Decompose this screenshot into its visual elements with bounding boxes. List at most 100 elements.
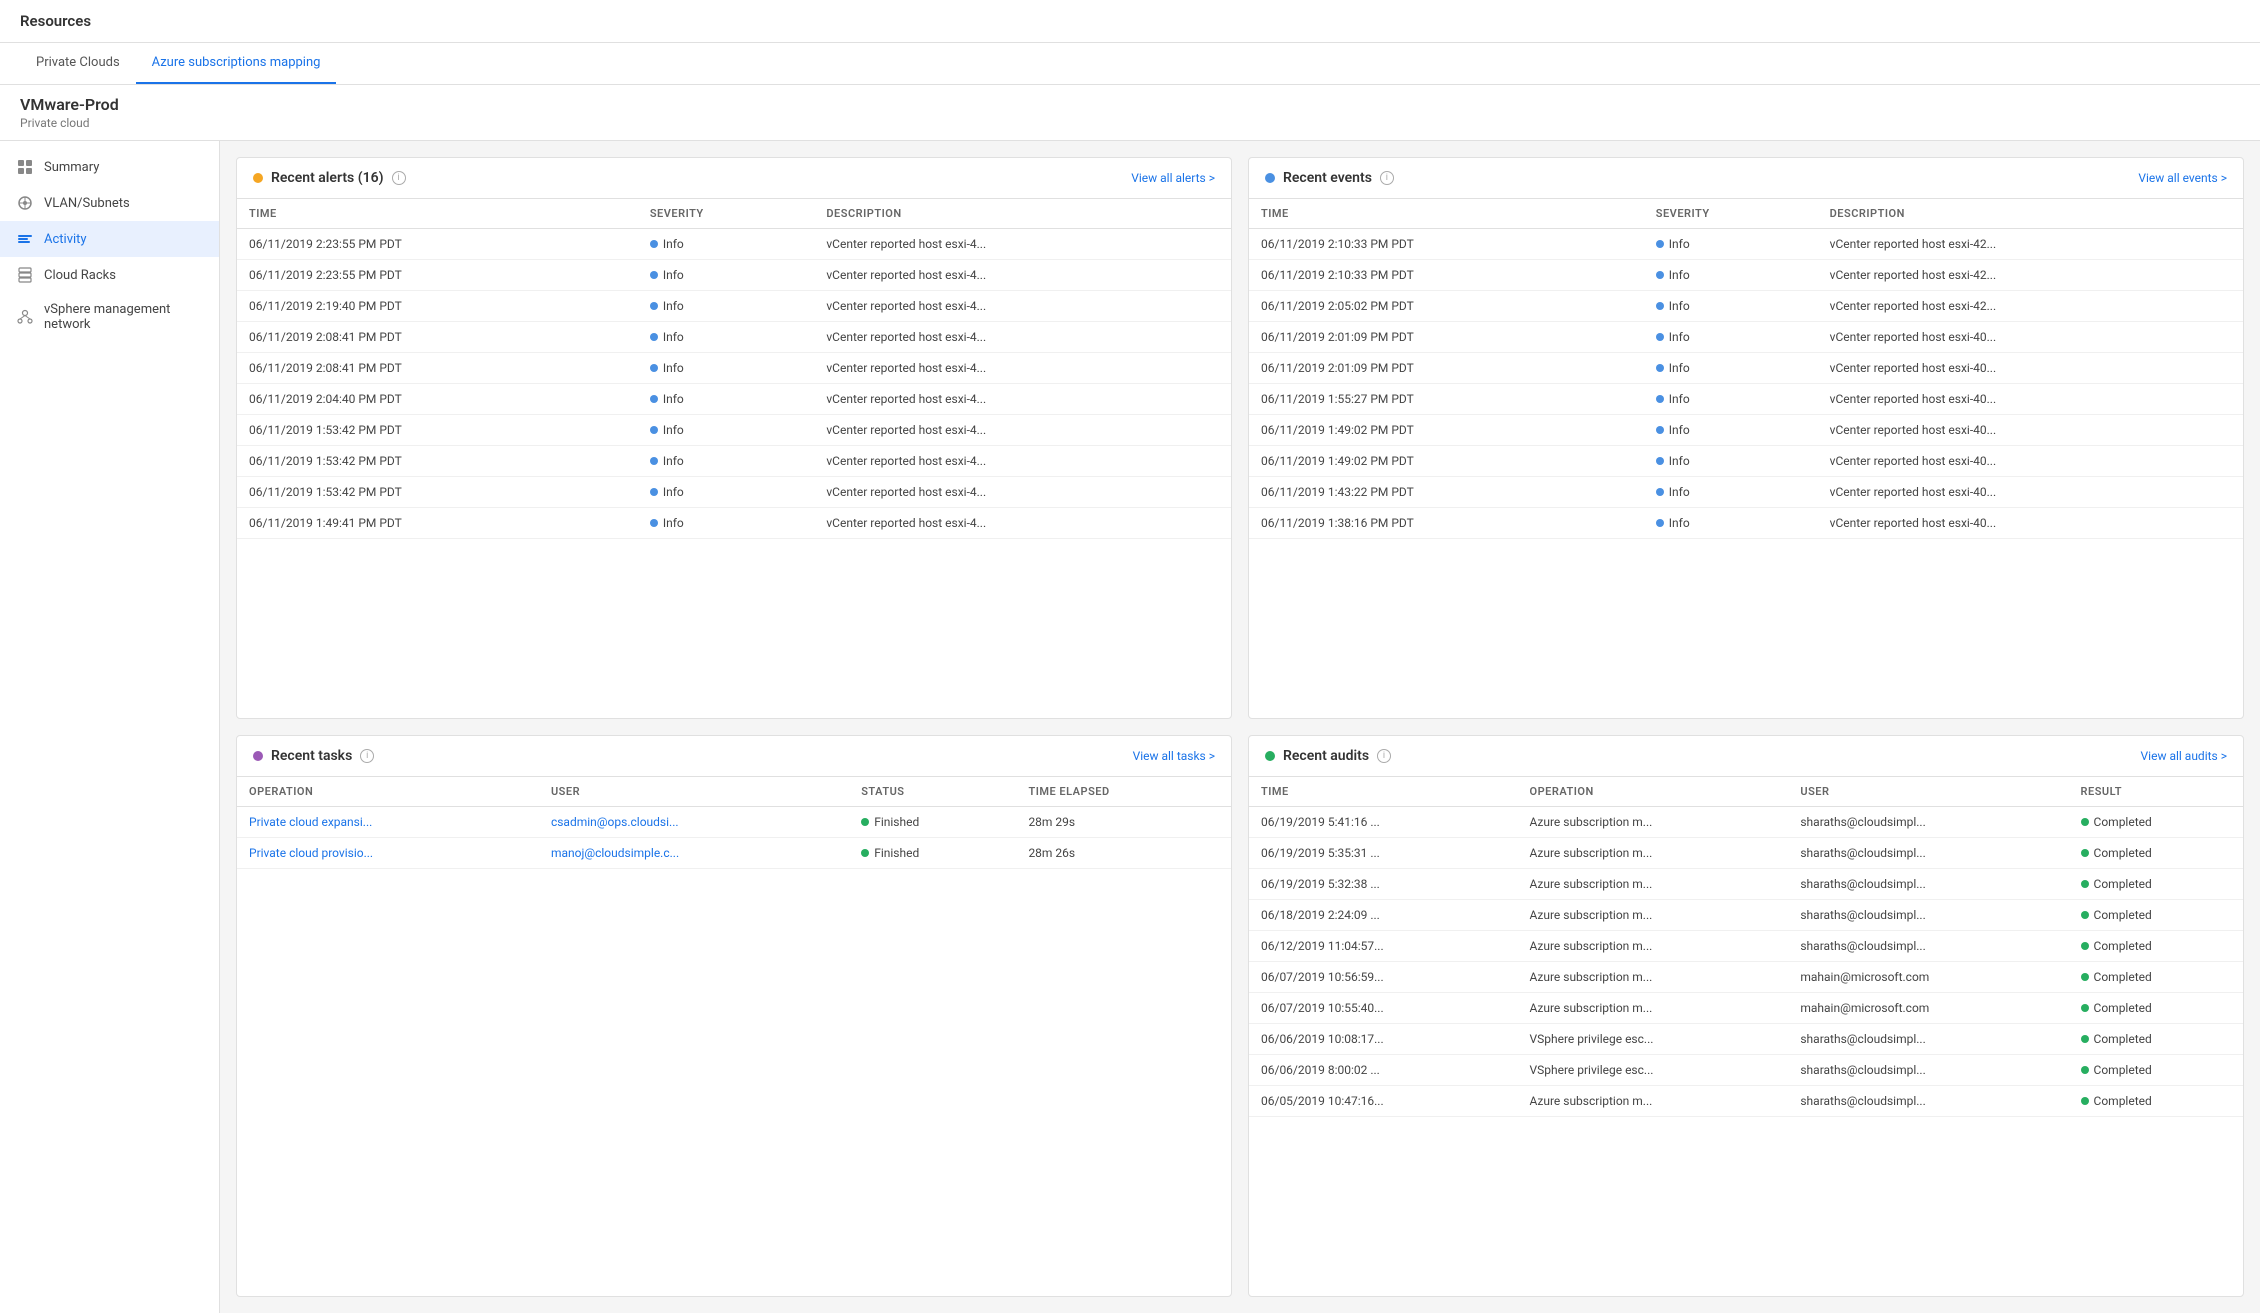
alert-severity: Info	[638, 229, 815, 260]
table-row[interactable]: 06/05/2019 10:47:16... Azure subscriptio…	[1249, 1086, 2243, 1117]
event-severity: Info	[1644, 291, 1818, 322]
audit-result: Completed	[2069, 962, 2243, 993]
table-row[interactable]: 06/19/2019 5:32:38 ... Azure subscriptio…	[1249, 869, 2243, 900]
table-row[interactable]: 06/11/2019 1:53:42 PM PDT Info vCenter r…	[237, 477, 1231, 508]
tab-azure-mapping[interactable]: Azure subscriptions mapping	[136, 43, 337, 84]
alert-description: vCenter reported host esxi-4...	[814, 415, 1231, 446]
sidebar-item-activity[interactable]: Activity	[0, 221, 219, 257]
alerts-info-icon[interactable]: i	[392, 171, 406, 185]
events-dot	[1265, 173, 1275, 183]
table-row[interactable]: 06/11/2019 2:01:09 PM PDT Info vCenter r…	[1249, 322, 2243, 353]
alert-time: 06/11/2019 1:53:42 PM PDT	[237, 477, 638, 508]
audit-operation: Azure subscription m...	[1517, 962, 1788, 993]
table-row[interactable]: 06/11/2019 2:08:41 PM PDT Info vCenter r…	[237, 322, 1231, 353]
table-row[interactable]: 06/07/2019 10:55:40... Azure subscriptio…	[1249, 993, 2243, 1024]
events-info-icon[interactable]: i	[1380, 171, 1394, 185]
vm-name: VMware-Prod	[20, 95, 2240, 114]
rack-icon	[16, 266, 34, 284]
audit-time: 06/06/2019 10:08:17...	[1249, 1024, 1517, 1055]
audit-user: sharaths@cloudsimpl...	[1788, 900, 2068, 931]
sidebar-item-vlan[interactable]: VLAN/Subnets	[0, 185, 219, 221]
table-row[interactable]: 06/11/2019 2:10:33 PM PDT Info vCenter r…	[1249, 260, 2243, 291]
sidebar-item-vsphere[interactable]: vSphere management network	[0, 293, 219, 341]
audit-time: 06/12/2019 11:04:57...	[1249, 931, 1517, 962]
audit-time: 06/07/2019 10:55:40...	[1249, 993, 1517, 1024]
alerts-table: TIME SEVERITY DESCRIPTION 06/11/2019 2:2…	[237, 199, 1231, 539]
table-row[interactable]: 06/06/2019 8:00:02 ... VSphere privilege…	[1249, 1055, 2243, 1086]
alert-description: vCenter reported host esxi-4...	[814, 477, 1231, 508]
table-row[interactable]: 06/06/2019 10:08:17... VSphere privilege…	[1249, 1024, 2243, 1055]
tasks-col-elapsed: TIME ELAPSED	[1016, 777, 1231, 807]
table-row[interactable]: 06/19/2019 5:35:31 ... Azure subscriptio…	[1249, 838, 2243, 869]
table-row[interactable]: Private cloud provisio... manoj@cloudsim…	[237, 838, 1231, 869]
vm-header: VMware-Prod Private cloud	[0, 85, 2260, 141]
alert-time: 06/11/2019 1:53:42 PM PDT	[237, 446, 638, 477]
alert-time: 06/11/2019 2:08:41 PM PDT	[237, 353, 638, 384]
events-table: TIME SEVERITY DESCRIPTION 06/11/2019 2:1…	[1249, 199, 2243, 539]
view-all-alerts-link[interactable]: View all alerts >	[1131, 171, 1215, 185]
alert-time: 06/11/2019 2:23:55 PM PDT	[237, 260, 638, 291]
table-row[interactable]: 06/11/2019 2:23:55 PM PDT Info vCenter r…	[237, 260, 1231, 291]
table-row[interactable]: 06/11/2019 1:49:02 PM PDT Info vCenter r…	[1249, 415, 2243, 446]
table-row[interactable]: 06/11/2019 1:49:02 PM PDT Info vCenter r…	[1249, 446, 2243, 477]
table-row[interactable]: 06/11/2019 1:53:42 PM PDT Info vCenter r…	[237, 415, 1231, 446]
sidebar-item-summary[interactable]: Summary	[0, 149, 219, 185]
alert-time: 06/11/2019 2:23:55 PM PDT	[237, 229, 638, 260]
table-row[interactable]: 06/11/2019 1:43:22 PM PDT Info vCenter r…	[1249, 477, 2243, 508]
event-time: 06/11/2019 2:10:33 PM PDT	[1249, 260, 1644, 291]
audit-user: mahain@microsoft.com	[1788, 962, 2068, 993]
table-row[interactable]: 06/11/2019 2:23:55 PM PDT Info vCenter r…	[237, 229, 1231, 260]
alert-severity: Info	[638, 384, 815, 415]
audit-operation: Azure subscription m...	[1517, 869, 1788, 900]
view-all-events-link[interactable]: View all events >	[2138, 171, 2227, 185]
tab-private-clouds[interactable]: Private Clouds	[20, 43, 136, 84]
view-all-audits-link[interactable]: View all audits >	[2141, 749, 2227, 763]
event-description: vCenter reported host esxi-40...	[1818, 384, 2243, 415]
alert-severity: Info	[638, 415, 815, 446]
alert-time: 06/11/2019 1:49:41 PM PDT	[237, 508, 638, 539]
view-all-tasks-link[interactable]: View all tasks >	[1133, 749, 1215, 763]
audit-operation: Azure subscription m...	[1517, 1086, 1788, 1117]
event-description: vCenter reported host esxi-42...	[1818, 291, 2243, 322]
table-row[interactable]: 06/11/2019 1:53:42 PM PDT Info vCenter r…	[237, 446, 1231, 477]
audits-table-container: TIME OPERATION USER RESULT 06/19/2019 5:…	[1249, 777, 2243, 1296]
table-row[interactable]: 06/11/2019 2:01:09 PM PDT Info vCenter r…	[1249, 353, 2243, 384]
table-row[interactable]: 06/12/2019 11:04:57... Azure subscriptio…	[1249, 931, 2243, 962]
alert-severity: Info	[638, 353, 815, 384]
table-row[interactable]: 06/11/2019 1:38:16 PM PDT Info vCenter r…	[1249, 508, 2243, 539]
tasks-table: OPERATION USER STATUS TIME ELAPSED Priva…	[237, 777, 1231, 869]
grid-icon	[16, 158, 34, 176]
event-time: 06/11/2019 2:01:09 PM PDT	[1249, 353, 1644, 384]
alert-description: vCenter reported host esxi-4...	[814, 291, 1231, 322]
audit-operation: VSphere privilege esc...	[1517, 1024, 1788, 1055]
vm-subtitle: Private cloud	[20, 116, 2240, 130]
alert-time: 06/11/2019 2:08:41 PM PDT	[237, 322, 638, 353]
table-row[interactable]: 06/07/2019 10:56:59... Azure subscriptio…	[1249, 962, 2243, 993]
audits-col-operation: OPERATION	[1517, 777, 1788, 807]
sidebar-label-cloud-racks: Cloud Racks	[44, 268, 116, 283]
audit-result: Completed	[2069, 931, 2243, 962]
table-row[interactable]: 06/19/2019 5:41:16 ... Azure subscriptio…	[1249, 807, 2243, 838]
table-row[interactable]: Private cloud expansi... csadmin@ops.clo…	[237, 807, 1231, 838]
table-row[interactable]: 06/11/2019 2:10:33 PM PDT Info vCenter r…	[1249, 229, 2243, 260]
audit-time: 06/19/2019 5:32:38 ...	[1249, 869, 1517, 900]
alert-severity: Info	[638, 260, 815, 291]
table-row[interactable]: 06/11/2019 1:49:41 PM PDT Info vCenter r…	[237, 508, 1231, 539]
activity-icon	[16, 230, 34, 248]
event-description: vCenter reported host esxi-40...	[1818, 477, 2243, 508]
event-description: vCenter reported host esxi-40...	[1818, 446, 2243, 477]
event-severity: Info	[1644, 508, 1818, 539]
sidebar-label-vsphere: vSphere management network	[44, 302, 203, 332]
sidebar-item-cloud-racks[interactable]: Cloud Racks	[0, 257, 219, 293]
table-row[interactable]: 06/11/2019 2:08:41 PM PDT Info vCenter r…	[237, 353, 1231, 384]
audit-result: Completed	[2069, 900, 2243, 931]
table-row[interactable]: 06/11/2019 2:19:40 PM PDT Info vCenter r…	[237, 291, 1231, 322]
table-row[interactable]: 06/11/2019 2:05:02 PM PDT Info vCenter r…	[1249, 291, 2243, 322]
event-severity: Info	[1644, 322, 1818, 353]
tasks-info-icon[interactable]: i	[360, 749, 374, 763]
table-row[interactable]: 06/18/2019 2:24:09 ... Azure subscriptio…	[1249, 900, 2243, 931]
audits-info-icon[interactable]: i	[1377, 749, 1391, 763]
table-row[interactable]: 06/11/2019 1:55:27 PM PDT Info vCenter r…	[1249, 384, 2243, 415]
table-row[interactable]: 06/11/2019 2:04:40 PM PDT Info vCenter r…	[237, 384, 1231, 415]
task-status: Finished	[849, 807, 1016, 838]
